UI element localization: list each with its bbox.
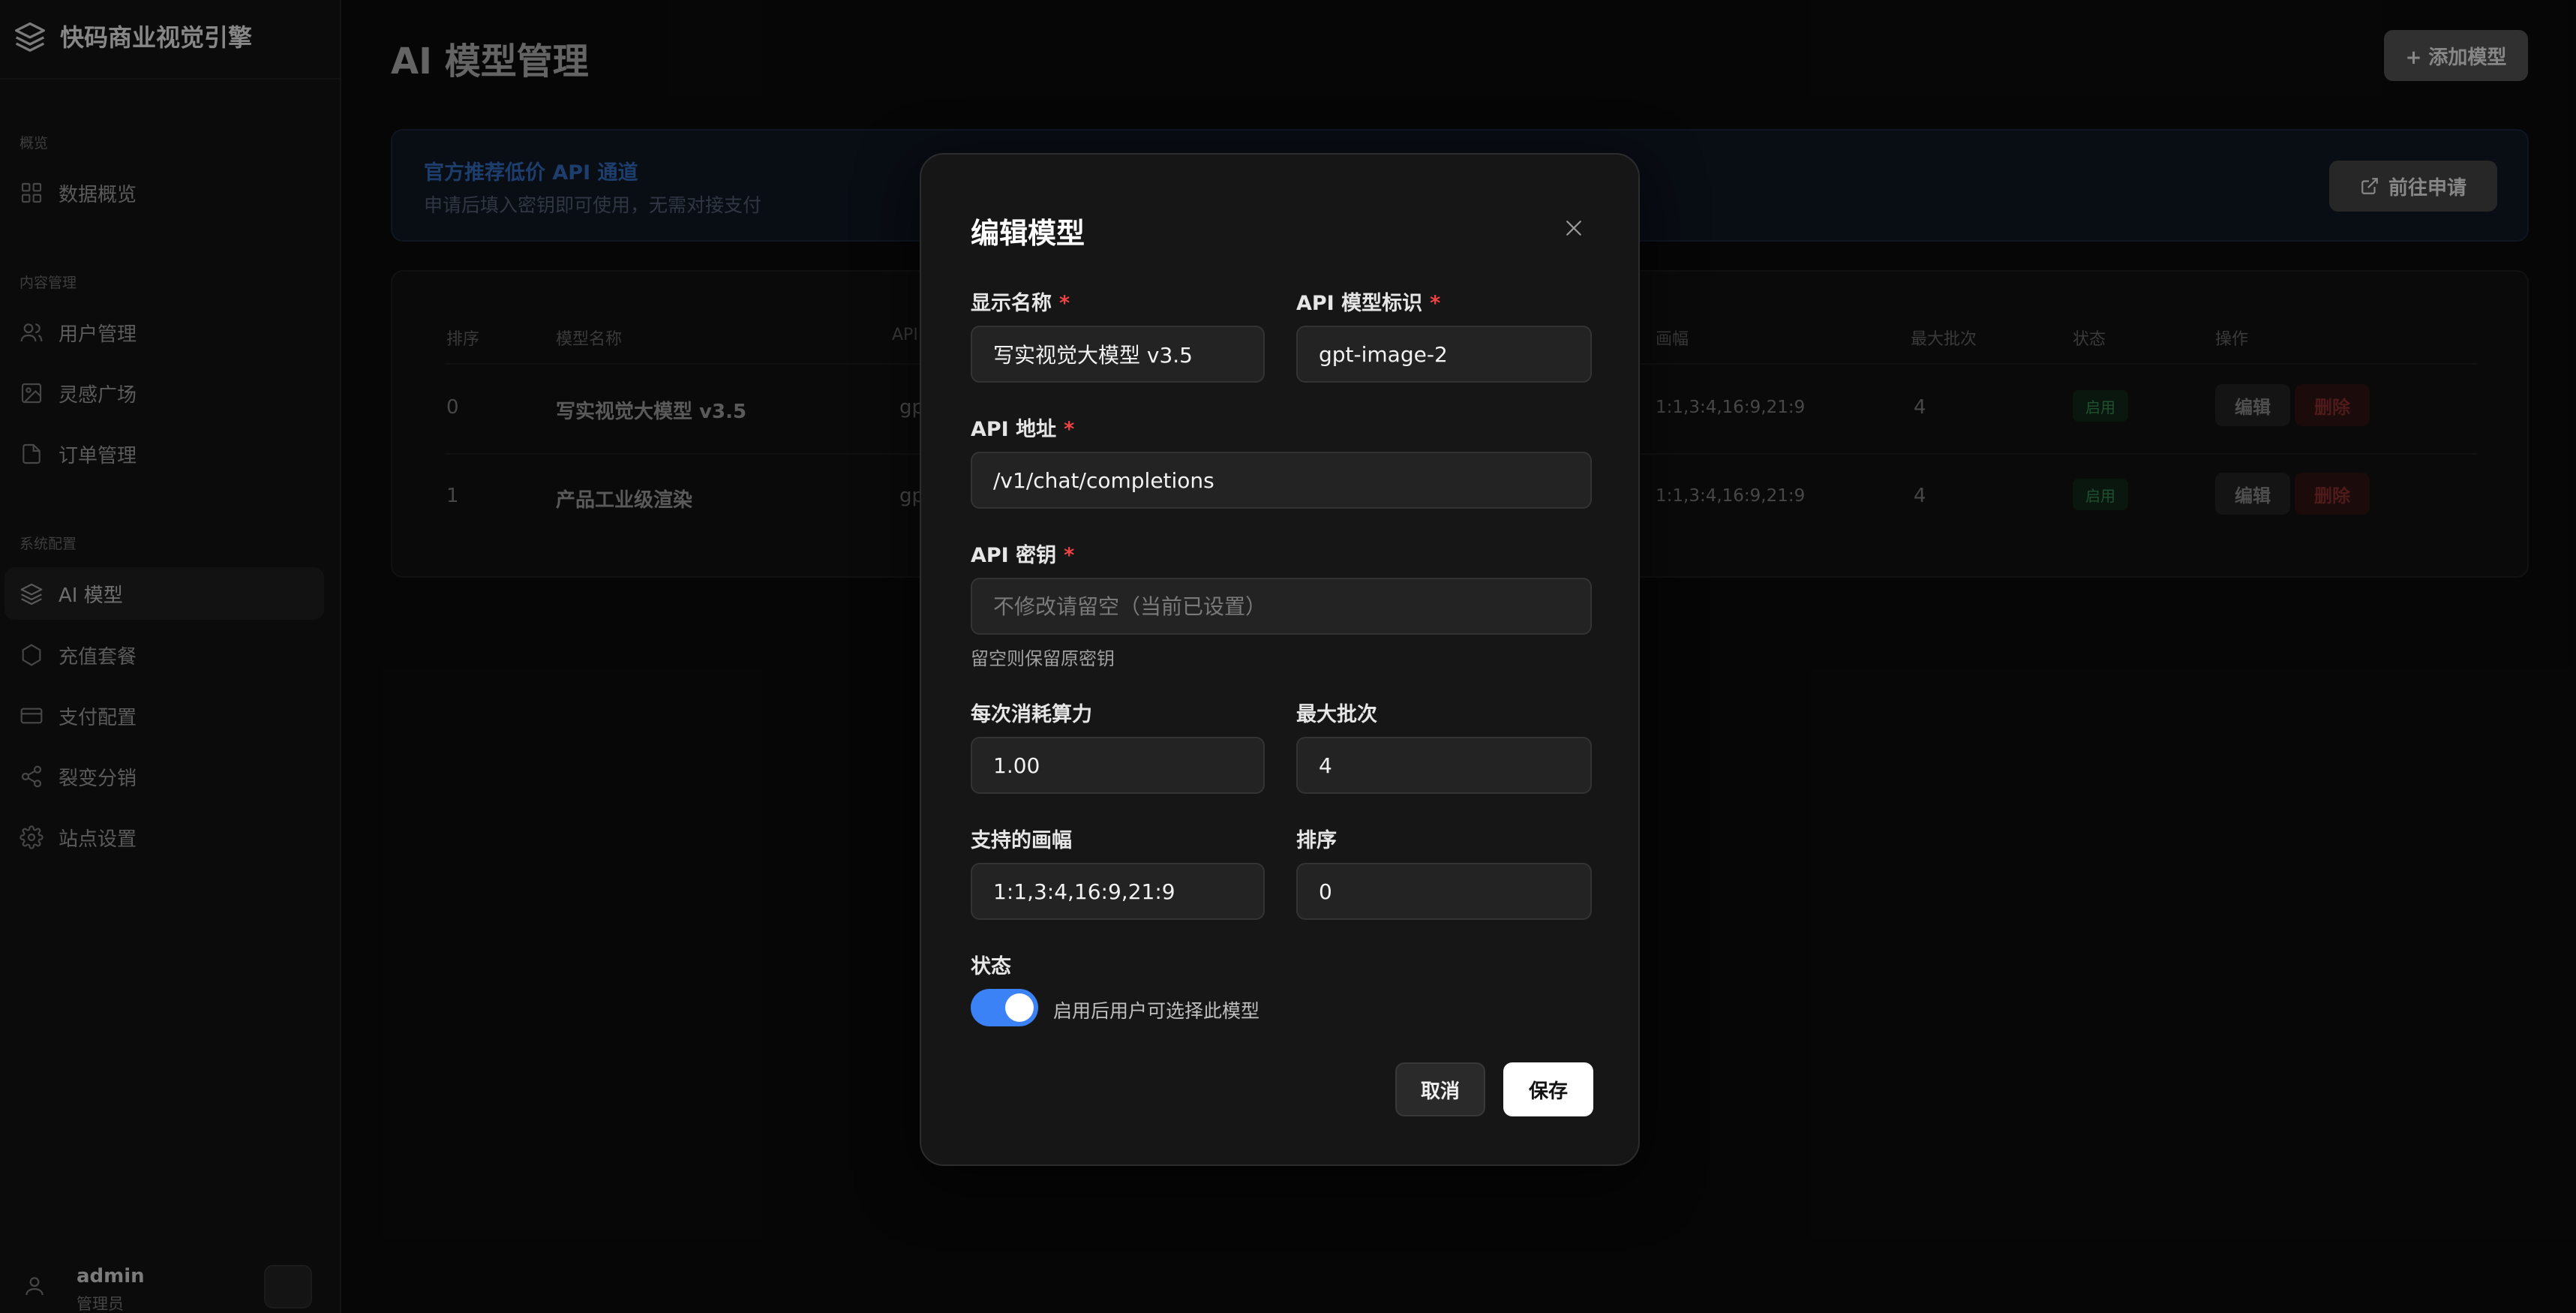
label-text: API 地址 <box>971 418 1057 441</box>
status-label: 状态 <box>971 955 1011 978</box>
close-icon <box>1563 217 1585 239</box>
api-key-label: API 密钥 * <box>971 539 1074 568</box>
required-mark: * <box>1064 544 1075 567</box>
ratios-label: 支持的画幅 <box>971 829 1072 852</box>
required-mark: * <box>1430 292 1441 315</box>
required-mark: * <box>1059 292 1070 315</box>
status-hint: 启用后用户可选择此模型 <box>1053 1000 1260 1022</box>
required-mark: * <box>1064 418 1075 441</box>
dialog-title: 编辑模型 <box>971 217 1085 250</box>
cancel-button[interactable]: 取消 <box>1395 1062 1485 1116</box>
api-url-label: API 地址 * <box>971 413 1074 442</box>
api-key-input[interactable] <box>971 578 1592 635</box>
cost-label: 每次消耗算力 <box>971 703 1092 726</box>
label-text: 显示名称 <box>971 292 1052 315</box>
max-batch-input[interactable] <box>1296 737 1592 794</box>
api-model-id-label: API 模型标识 * <box>1296 287 1440 316</box>
sort-input[interactable] <box>1296 863 1592 920</box>
status-toggle[interactable] <box>971 989 1038 1026</box>
label-text: API 密钥 <box>971 544 1057 567</box>
api-key-hint: 留空则保留原密钥 <box>971 648 1115 669</box>
display-name-label: 显示名称 * <box>971 287 1070 316</box>
save-button[interactable]: 保存 <box>1503 1062 1593 1116</box>
ratios-input[interactable] <box>971 863 1265 920</box>
api-model-id-input[interactable] <box>1296 326 1592 383</box>
edit-model-dialog: 编辑模型 显示名称 * API 模型标识 * API 地址 * API 密钥 * 留空则… <box>920 153 1640 1166</box>
sort-label: 排序 <box>1296 829 1337 852</box>
close-button[interactable] <box>1556 210 1592 246</box>
app-root: 快码商业视觉引擎 概览 数据概览 内容管理 用户管理 灵感广场 订单管理 系统配… <box>0 0 2576 1313</box>
display-name-input[interactable] <box>971 326 1265 383</box>
max-batch-label: 最大批次 <box>1296 703 1377 726</box>
cost-input[interactable] <box>971 737 1265 794</box>
api-url-input[interactable] <box>971 452 1592 509</box>
toggle-knob <box>1005 993 1034 1022</box>
label-text: API 模型标识 <box>1296 292 1423 315</box>
